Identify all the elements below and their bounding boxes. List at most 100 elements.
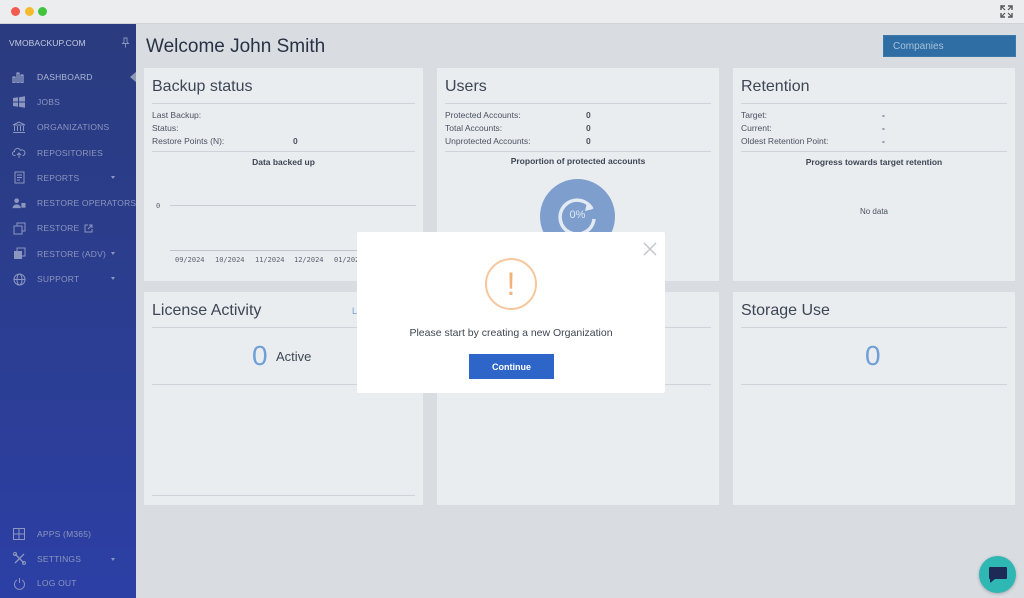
sidebar-item-label: APPS (M365) bbox=[37, 529, 92, 540]
restore-icon bbox=[12, 221, 26, 235]
companies-button[interactable]: Companies bbox=[883, 35, 1016, 57]
window-titlebar bbox=[0, 0, 1024, 24]
x-tick-label: 11/2024 bbox=[255, 256, 285, 264]
kv-row: Status: bbox=[152, 123, 178, 133]
sidebar-item-label: REPORTS bbox=[37, 172, 80, 183]
window-close-dot[interactable] bbox=[11, 7, 20, 16]
chevron-down-icon bbox=[111, 557, 115, 561]
kv-row: Last Backup: bbox=[152, 110, 201, 120]
chart-title: Data backed up bbox=[252, 157, 315, 167]
divider bbox=[741, 151, 1007, 152]
kv-row: Total Accounts: 0 bbox=[445, 123, 591, 133]
chat-bubble-icon bbox=[988, 566, 1007, 583]
chat-button[interactable] bbox=[979, 556, 1016, 593]
divider bbox=[152, 103, 415, 104]
divider bbox=[152, 495, 415, 496]
kv-label: Unprotected Accounts: bbox=[445, 136, 531, 146]
chevron-down-icon bbox=[111, 176, 115, 180]
storage-use-card: Storage Use 0 bbox=[733, 292, 1015, 505]
kv-value: - bbox=[882, 123, 885, 133]
card-title: Storage Use bbox=[741, 302, 830, 319]
sidebar-item-settings[interactable]: SETTINGS bbox=[0, 547, 136, 572]
bank-icon bbox=[12, 120, 26, 134]
kv-value: 0 bbox=[293, 136, 298, 146]
kv-row: Current: - bbox=[741, 123, 885, 133]
y-tick-label: 0 bbox=[156, 202, 161, 210]
storage-value: 0 bbox=[865, 340, 881, 371]
kv-label: Target: bbox=[741, 110, 767, 120]
sidebar-item-label: JOBS bbox=[37, 96, 61, 107]
retention-card: Retention Target: - Current: - Oldest Rete… bbox=[733, 68, 1015, 281]
sidebar-item-label: LOG OUT bbox=[37, 578, 77, 589]
chart-gridline bbox=[170, 205, 416, 206]
globe-icon bbox=[12, 272, 26, 286]
window-zoom-dot[interactable] bbox=[38, 7, 47, 16]
kv-row: Oldest Retention Point: - bbox=[741, 136, 885, 146]
chevron-down-icon bbox=[111, 277, 115, 281]
kv-label: Restore Points (N): bbox=[152, 136, 225, 146]
divider bbox=[445, 151, 711, 152]
modal-message: Please start by creating a new Organizat… bbox=[409, 327, 613, 339]
grid-icon bbox=[12, 527, 26, 541]
sidebar-item-organizations[interactable]: ORGANIZATIONS bbox=[0, 115, 136, 140]
x-tick-label: 10/2024 bbox=[215, 256, 245, 264]
warning-icon: ! bbox=[485, 258, 537, 310]
close-icon[interactable] bbox=[643, 242, 657, 256]
sidebar-item-apps[interactable]: APPS (M365) bbox=[0, 522, 136, 547]
license-count-label: Active bbox=[276, 349, 312, 364]
kv-label: Total Accounts: bbox=[445, 123, 503, 133]
sidebar-item-label: RESTORE bbox=[37, 223, 80, 234]
sidebar-item-logout[interactable]: LOG OUT bbox=[0, 571, 136, 596]
report-icon bbox=[12, 171, 26, 185]
sidebar-item-reports[interactable]: REPORTS bbox=[0, 165, 136, 190]
sidebar-item-label: ORGANIZATIONS bbox=[37, 122, 110, 133]
sidebar-item-jobs[interactable]: JOBS bbox=[0, 89, 136, 114]
license-count: 0 bbox=[252, 340, 268, 371]
sidebar-item-restore-adv[interactable]: RESTORE (ADV) bbox=[0, 241, 136, 266]
windows-icon bbox=[12, 95, 26, 109]
continue-button[interactable]: Continue bbox=[469, 354, 554, 379]
divider bbox=[445, 103, 711, 104]
x-tick-label: 12/2024 bbox=[294, 256, 324, 264]
window-minimize-dot[interactable] bbox=[25, 7, 34, 16]
sidebar-item-label: REPOSITORIES bbox=[37, 147, 104, 158]
x-tick-label: 09/2024 bbox=[175, 256, 205, 264]
organization-modal: ! Please start by creating a new Organiz… bbox=[357, 232, 665, 393]
sidebar-item-restore[interactable]: RESTORE bbox=[0, 216, 136, 241]
kv-value: - bbox=[882, 136, 885, 146]
divider bbox=[152, 151, 415, 152]
card-title: Backup status bbox=[152, 78, 253, 95]
sidebar-nav: DASHBOARD JOBS ORGANIZATIONS REPOSITORIE… bbox=[0, 64, 137, 292]
cloud-upload-icon bbox=[12, 146, 26, 160]
kv-label: Oldest Retention Point: bbox=[741, 136, 829, 146]
users-icon bbox=[12, 196, 26, 210]
card-title: Users bbox=[445, 78, 487, 95]
kv-row: Target: - bbox=[741, 110, 885, 120]
divider bbox=[741, 103, 1007, 104]
kv-label: Status: bbox=[152, 123, 179, 133]
tools-icon bbox=[12, 552, 26, 566]
page-title: Welcome John Smith bbox=[146, 36, 326, 57]
kv-label: Current: bbox=[741, 123, 772, 133]
sidebar-item-restore-operators[interactable]: RESTORE OPERATORS bbox=[0, 190, 136, 215]
kv-label: Protected Accounts: bbox=[445, 110, 521, 120]
warning-glyph: ! bbox=[506, 266, 516, 302]
kv-value: 0 bbox=[586, 136, 591, 146]
chart-title: Proportion of protected accounts bbox=[510, 156, 646, 166]
kv-row: Unprotected Accounts: 0 bbox=[445, 136, 591, 146]
bar-chart-icon bbox=[12, 70, 26, 84]
sidebar-item-label: RESTORE (ADV) bbox=[37, 248, 107, 259]
sidebar-item-dashboard[interactable]: DASHBOARD bbox=[0, 64, 137, 89]
power-icon bbox=[12, 576, 26, 590]
kv-value: - bbox=[882, 110, 885, 120]
sidebar-item-support[interactable]: SUPPORT bbox=[0, 266, 136, 291]
sidebar-item-label: RESTORE OPERATORS bbox=[37, 198, 137, 209]
kv-row: Protected Accounts: 0 bbox=[445, 110, 591, 120]
sidebar: VMOBACKUP.COM DASHBOARD JOBS ORGANIZATIO… bbox=[0, 24, 137, 598]
no-data-label: No data bbox=[859, 207, 889, 216]
x-tick-label: 01/202 bbox=[334, 256, 360, 264]
sidebar-item-repositories[interactable]: REPOSITORIES bbox=[0, 140, 136, 165]
fullscreen-icon[interactable] bbox=[1000, 5, 1013, 18]
pin-icon[interactable] bbox=[121, 37, 130, 48]
brand-name: VMOBACKUP.COM bbox=[9, 38, 86, 48]
